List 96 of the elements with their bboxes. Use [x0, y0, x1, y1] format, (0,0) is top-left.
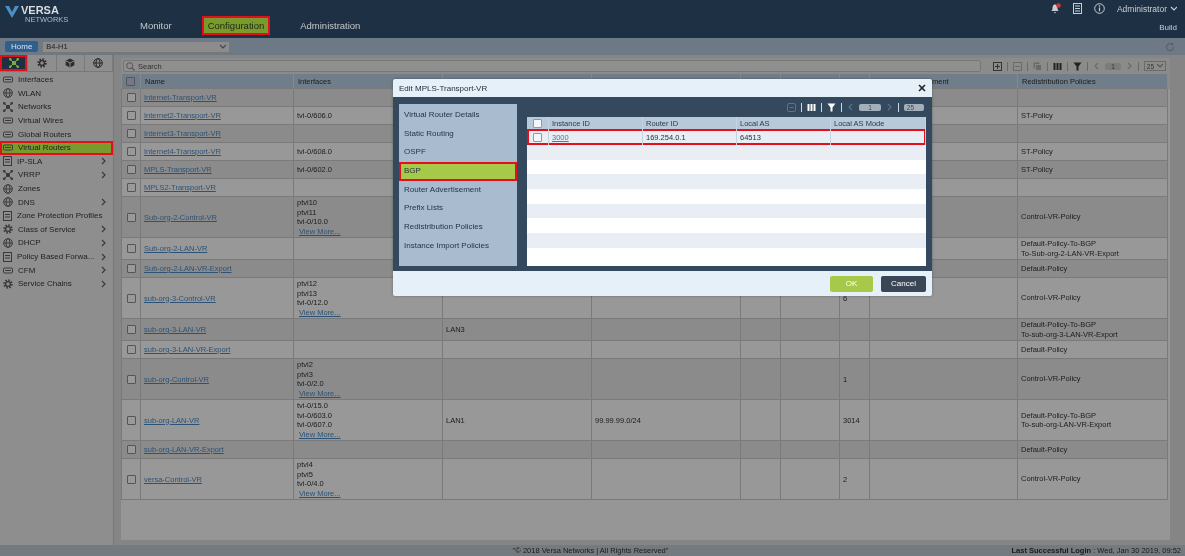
columns-icon[interactable] — [1053, 61, 1063, 71]
document-icon[interactable] — [1072, 3, 1082, 14]
cube-icon — [65, 58, 76, 68]
sidebar-item[interactable]: WLAN — [0, 86, 113, 101]
checkbox[interactable] — [126, 93, 136, 103]
logo-text: VERSA — [21, 5, 60, 16]
cancel-button[interactable]: Cancel — [881, 275, 926, 292]
next-page-icon — [885, 103, 893, 111]
search-icon — [126, 61, 135, 71]
nav-tab[interactable]: Configuration — [201, 16, 271, 35]
globe-icon — [3, 88, 13, 99]
copy-icon[interactable] — [1033, 61, 1043, 71]
dialog-title: Edit MPLS-Transport-VR — [399, 83, 488, 93]
checkbox[interactable] — [126, 474, 136, 484]
menu-item[interactable]: Static Routing — [399, 124, 517, 144]
sidebar-item[interactable]: Networks — [0, 100, 113, 114]
bell-icon[interactable] — [1049, 3, 1061, 14]
document-icon — [3, 156, 12, 167]
add-icon[interactable] — [993, 61, 1003, 71]
checkbox[interactable] — [126, 183, 136, 193]
caret-icon — [1156, 62, 1163, 70]
previous-page-icon — [847, 103, 855, 111]
checkbox[interactable] — [125, 76, 135, 86]
menu-item[interactable]: BGP — [399, 162, 517, 181]
checkbox[interactable] — [126, 264, 136, 274]
checkbox[interactable] — [533, 132, 542, 142]
sidebar-item[interactable]: DNS — [0, 195, 113, 209]
sidebar-item[interactable]: Interfaces — [0, 73, 113, 87]
sidebar-item[interactable]: Zone Protection Profiles — [0, 208, 113, 223]
refresh-icon[interactable] — [1165, 41, 1175, 52]
document-icon — [3, 251, 12, 262]
filter-icon[interactable] — [827, 102, 837, 112]
remove-icon[interactable] — [1013, 61, 1023, 71]
previous-page-icon — [1093, 62, 1101, 70]
sidebar-item[interactable]: Virtual Routers — [0, 140, 113, 155]
gear-icon — [36, 58, 47, 68]
checkbox[interactable] — [126, 129, 136, 139]
network-icon — [8, 58, 19, 68]
user-menu[interactable]: Administrator — [1116, 3, 1177, 14]
sidebar-item[interactable]: Virtual Wires — [0, 113, 113, 128]
caret-icon — [219, 42, 227, 51]
device-icon — [3, 265, 13, 275]
checkbox[interactable] — [126, 165, 136, 175]
checkbox[interactable] — [126, 147, 136, 157]
build-link[interactable]: Build — [1159, 23, 1177, 32]
logo-icon — [5, 5, 19, 19]
menu-item[interactable]: OSPF — [399, 143, 517, 163]
sidebar-item[interactable]: DHCP — [0, 236, 113, 250]
checkbox[interactable] — [126, 244, 136, 254]
menu-item[interactable]: Redistribution Policies — [399, 218, 517, 237]
network-icon — [3, 102, 13, 112]
gear-icon — [3, 278, 13, 289]
sidebar-item[interactable]: CFM — [0, 263, 113, 277]
sidebar-item[interactable]: VRRP — [0, 168, 113, 182]
globe-icon — [3, 197, 13, 208]
device-icon — [3, 143, 13, 153]
globe-icon — [93, 58, 104, 68]
checkbox[interactable] — [126, 212, 136, 222]
checkbox[interactable] — [126, 345, 136, 355]
menu-item[interactable]: Router Advertisement — [399, 180, 517, 200]
checkbox[interactable] — [126, 111, 136, 121]
sidebar-item[interactable]: Class of Service — [0, 222, 113, 237]
close-icon[interactable] — [918, 84, 926, 92]
chevron-icon — [100, 198, 107, 207]
globe-icon — [3, 183, 13, 194]
device-icon — [3, 75, 13, 85]
device-icon — [3, 116, 13, 126]
remove-icon[interactable] — [787, 102, 797, 112]
checkbox[interactable] — [126, 325, 136, 335]
document-icon — [3, 210, 12, 221]
sidebar-item[interactable]: Global Routers — [0, 127, 113, 141]
network-icon — [3, 169, 13, 180]
menu-item[interactable]: Virtual Router Details — [399, 106, 517, 125]
checkbox[interactable] — [126, 415, 136, 425]
sidebar-item[interactable]: Zones — [0, 181, 113, 196]
sidebar-item[interactable]: IP-SLA — [0, 154, 113, 169]
menu-item[interactable]: Prefix Lists — [399, 199, 517, 219]
caret-icon — [1170, 4, 1177, 13]
sidebar-tab[interactable] — [0, 55, 29, 71]
checkbox[interactable] — [126, 293, 136, 303]
next-page-icon — [1125, 62, 1133, 70]
checkbox[interactable] — [126, 445, 136, 455]
home-button[interactable]: Home — [5, 41, 39, 52]
checkbox[interactable] — [533, 118, 542, 128]
info-icon[interactable] — [1093, 3, 1105, 14]
columns-icon[interactable] — [807, 102, 817, 112]
sidebar-item[interactable]: Policy Based Forwa... — [0, 249, 113, 264]
checkbox[interactable] — [126, 374, 136, 384]
menu-item[interactable]: Instance Import Policies — [399, 236, 517, 256]
device-icon — [3, 129, 13, 139]
globe-icon — [3, 237, 13, 248]
nav-tab[interactable]: Monitor — [134, 16, 178, 35]
sidebar-item[interactable]: Service Chains — [0, 276, 113, 291]
filter-icon[interactable] — [1073, 61, 1083, 71]
gear-icon — [3, 224, 13, 235]
nav-tab[interactable]: Administration — [294, 16, 367, 35]
